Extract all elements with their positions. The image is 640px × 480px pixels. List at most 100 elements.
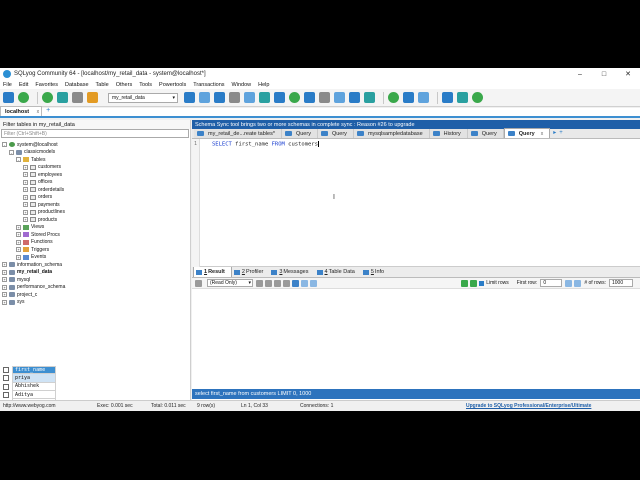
query-tab[interactable]: Query x <box>503 128 551 138</box>
sql-code[interactable]: SELECT first_name FROM customers <box>212 141 319 148</box>
expand-icon[interactable]: + <box>23 164 28 170</box>
query-tab[interactable]: Query <box>281 129 318 138</box>
tree-node[interactable]: + information_schema <box>0 261 190 269</box>
result-tab[interactable]: 1 Result <box>193 266 232 277</box>
expand-icon[interactable]: + <box>23 179 28 185</box>
result-tab[interactable]: 4 Table Data <box>315 267 361 277</box>
tree-node[interactable]: + employees <box>0 171 190 179</box>
filter-input[interactable]: Filter (Ctrl+Shift+B) <box>1 129 189 138</box>
new-query-icon[interactable] <box>18 92 29 103</box>
tree-node[interactable]: + Stored Procs <box>0 231 190 239</box>
expand-icon[interactable]: + <box>2 269 7 275</box>
close-button[interactable]: ✕ <box>616 68 640 80</box>
connection-tab-localhost[interactable]: localhost x <box>0 106 43 116</box>
expand-icon[interactable]: + <box>2 277 7 283</box>
expand-icon[interactable]: + <box>16 239 21 245</box>
query-tab[interactable]: Query <box>467 129 504 138</box>
create-table-icon[interactable] <box>214 92 225 103</box>
menu-others[interactable]: Others <box>116 82 133 88</box>
tree-node[interactable]: + Functions <box>0 239 190 247</box>
menu-help[interactable]: Help <box>258 82 269 88</box>
db-tools-icon[interactable] <box>472 92 483 103</box>
next-page-icon[interactable] <box>574 279 582 287</box>
menu-table[interactable]: Table <box>96 82 109 88</box>
expand-icon[interactable]: + <box>16 247 21 253</box>
menu-powertools[interactable]: Powertools <box>159 82 186 88</box>
table-row[interactable]: priya <box>0 374 56 383</box>
tree-node[interactable]: + project_c <box>0 291 190 299</box>
expand-icon[interactable]: + <box>2 299 7 305</box>
tree-node[interactable]: + payments <box>0 201 190 209</box>
transaction-icon[interactable] <box>87 92 98 103</box>
prev-page-icon[interactable] <box>565 279 573 287</box>
add-connection-button[interactable]: + <box>46 106 50 116</box>
query-tab[interactable]: History <box>429 129 468 138</box>
status-url[interactable]: http://www.webyog.com <box>3 403 56 409</box>
table-row[interactable]: Aditya <box>0 390 56 400</box>
grid-cell[interactable]: Abhishek <box>12 382 56 391</box>
grid-mode-icon[interactable] <box>292 279 299 287</box>
expand-icon[interactable]: + <box>16 232 21 238</box>
menu-transactions[interactable]: Transactions <box>193 82 224 88</box>
close-icon[interactable]: x <box>541 131 544 137</box>
tree-node[interactable]: + Views <box>0 224 190 232</box>
maximize-button[interactable]: □ <box>592 68 616 80</box>
grid-cell[interactable]: Aditya <box>12 390 56 400</box>
add-query-tab-button[interactable]: + <box>559 129 563 138</box>
menu-file[interactable]: File <box>3 82 12 88</box>
process-list-icon[interactable] <box>418 92 429 103</box>
stop-query-icon[interactable] <box>72 92 83 103</box>
tree-node[interactable]: + performance_schema <box>0 284 190 292</box>
grid-cell[interactable]: priya <box>12 374 56 383</box>
tree-node[interactable]: + orders <box>0 194 190 202</box>
select-all-checkbox[interactable] <box>3 367 9 374</box>
text-mode-icon[interactable] <box>310 279 317 287</box>
expand-icon[interactable]: + <box>2 262 7 268</box>
column-header-first-name[interactable]: first_name <box>12 366 56 375</box>
query-builder-icon[interactable] <box>244 92 255 103</box>
form-mode-icon[interactable] <box>301 279 308 287</box>
backup-icon[interactable] <box>274 92 285 103</box>
copy-db-icon[interactable] <box>304 92 315 103</box>
collapse-icon[interactable]: - <box>2 142 7 148</box>
tree-node[interactable]: + offices <box>0 179 190 187</box>
delete-row-icon[interactable] <box>274 279 281 287</box>
database-select[interactable]: my_retail_data ▾ <box>108 92 178 103</box>
tree-node[interactable]: + sys <box>0 299 190 307</box>
checkmark-icon[interactable] <box>388 92 399 103</box>
execute-query-icon[interactable] <box>42 92 53 103</box>
menu-tools[interactable]: Tools <box>139 82 152 88</box>
export-icon[interactable] <box>349 92 360 103</box>
tree-node[interactable]: + products <box>0 216 190 224</box>
export-result-icon[interactable] <box>283 279 290 287</box>
tree-node[interactable]: + productlines <box>0 209 190 217</box>
expand-icon[interactable]: + <box>16 224 21 230</box>
tree-node[interactable]: + Triggers <box>0 246 190 254</box>
expand-icon[interactable]: + <box>23 194 28 200</box>
query-tab[interactable]: my_retail_de...reate tables* <box>194 129 282 138</box>
expand-icon[interactable]: + <box>23 217 28 223</box>
insert-row-icon[interactable] <box>265 279 272 287</box>
create-db-icon[interactable] <box>199 92 210 103</box>
schema-designer-icon[interactable] <box>259 92 270 103</box>
row-checkbox[interactable] <box>3 375 9 382</box>
sql-formatter-icon[interactable] <box>457 92 468 103</box>
minimize-button[interactable]: – <box>568 68 592 80</box>
tree-node[interactable]: - system@localhost <box>0 141 190 149</box>
save-icon[interactable] <box>256 279 263 287</box>
tree-node[interactable]: + Events <box>0 254 190 262</box>
expand-icon[interactable]: + <box>2 292 7 298</box>
layout-icon[interactable] <box>442 92 453 103</box>
notifications-icon[interactable] <box>364 92 375 103</box>
tree-node[interactable]: + my_retail_data <box>0 269 190 277</box>
tree-node[interactable]: + orderdetails <box>0 186 190 194</box>
row-checkbox[interactable] <box>3 392 9 399</box>
scheduler-icon[interactable] <box>319 92 330 103</box>
result-tab[interactable]: 2 Profiler <box>232 267 269 277</box>
close-icon[interactable]: x <box>37 109 40 115</box>
sql-editor[interactable]: 1 SELECT first_name FROM customers I <box>192 139 640 267</box>
menu-edit[interactable]: Edit <box>19 82 28 88</box>
edit-mode-select[interactable]: (Read Only) ▾ <box>207 279 253 287</box>
tree-node[interactable]: - Tables <box>0 156 190 164</box>
scroll-tabs-right-icon[interactable]: ▸ <box>553 129 556 138</box>
